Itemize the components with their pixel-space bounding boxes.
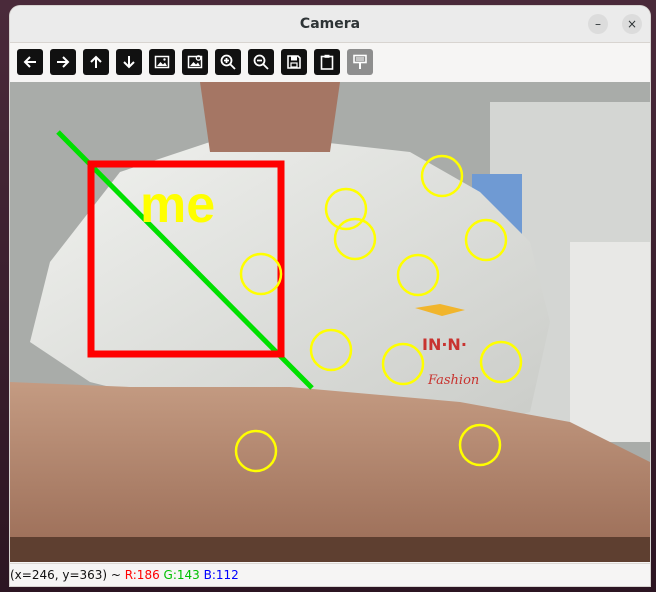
shirt-logo-script: Fashion	[427, 373, 479, 388]
shirt-logo-text: IN·N·	[422, 335, 467, 354]
zoom-original-button[interactable]	[182, 49, 208, 75]
close-button[interactable]: ×	[622, 14, 642, 34]
arrow-down-icon	[123, 56, 135, 69]
blue-channel-value: B:112	[203, 568, 239, 582]
zoom-reset-button[interactable]	[149, 49, 175, 75]
zoom-out-icon	[253, 54, 269, 70]
overlay-label: me	[140, 176, 215, 234]
save-button[interactable]	[281, 49, 307, 75]
zoom-out-button[interactable]	[248, 49, 274, 75]
red-channel-value: R:186	[124, 568, 160, 582]
pan-up-button[interactable]	[83, 49, 109, 75]
copy-to-clipboard-button[interactable]	[314, 49, 340, 75]
neck	[200, 82, 340, 152]
green-channel-value: G:143	[163, 568, 200, 582]
image-properties-icon	[187, 55, 203, 69]
arrow-up-icon	[90, 55, 102, 68]
arrow-left-icon	[23, 56, 36, 68]
clipboard-icon	[320, 54, 334, 70]
window-title: Camera	[299, 16, 361, 32]
camera-frame: IN·N· Fashion me	[10, 82, 650, 562]
pan-right-button[interactable]	[50, 49, 76, 75]
zoom-in-button[interactable]	[215, 49, 241, 75]
properties-panel-icon	[353, 54, 367, 69]
status-bar: (x=246, y=363) ~ R:186 G:143 B:112	[10, 563, 650, 586]
zoom-in-icon	[220, 54, 236, 70]
title-bar[interactable]: Camera – ×	[10, 6, 650, 43]
desk-surface	[10, 537, 650, 562]
toolbar	[10, 43, 650, 81]
image-icon	[154, 55, 170, 69]
arrow-right-icon	[57, 56, 70, 68]
minimize-button[interactable]: –	[588, 14, 608, 34]
camera-view[interactable]: IN·N· Fashion me	[10, 82, 650, 562]
pan-left-button[interactable]	[17, 49, 43, 75]
save-icon	[287, 55, 301, 69]
desk-panel	[570, 242, 650, 442]
properties-window-button[interactable]	[347, 49, 373, 75]
pan-down-button[interactable]	[116, 49, 142, 75]
camera-window: Camera – × IN·N· Fashion me (x=246, y=36…	[10, 6, 650, 586]
cursor-coordinates: (x=246, y=363) ~	[10, 568, 125, 582]
